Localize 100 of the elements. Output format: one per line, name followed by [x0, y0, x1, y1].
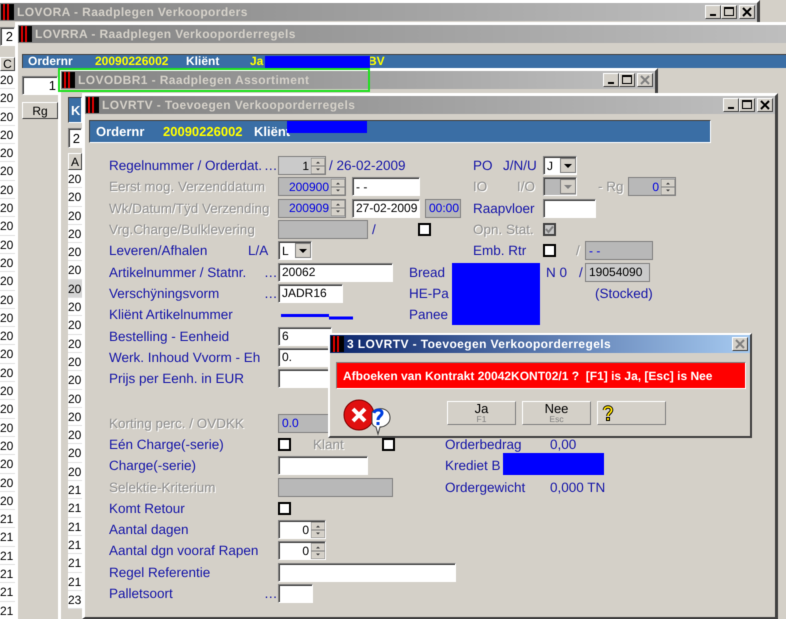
minimize-button[interactable]: [723, 98, 739, 112]
up-down-arrows-icon: [311, 522, 325, 538]
minimize-icon: [728, 107, 734, 109]
maximize-button[interactable]: [619, 73, 635, 87]
form-label: Bestelling - Eenheid: [109, 328, 230, 344]
header-value: 20090226002: [95, 55, 168, 67]
column-header[interactable]: Rg: [22, 102, 58, 119]
input-field[interactable]: 19054090: [585, 262, 650, 282]
window-title: 3 LOVRTV - Toevoegen Verkooporderregels: [347, 337, 612, 351]
window-title: LOVRTV - Toevoegen Verkooporderregels: [102, 98, 356, 112]
input-field[interactable]: 20062: [278, 262, 393, 282]
form-label: /: [372, 222, 376, 238]
answer-button[interactable]: Nee Esc: [522, 401, 591, 425]
form-label: …: [264, 586, 278, 602]
header-value: 20090226002: [163, 124, 243, 139]
form-label: Bread: [409, 264, 446, 280]
input-field[interactable]: [278, 456, 368, 476]
window-title: LOVODBR1 - Raadplegen Assortiment: [78, 73, 310, 87]
answer-button[interactable]: Ja F1: [447, 401, 516, 425]
window-title: LOVRRA - Raadplegen Verkooporderregels: [35, 27, 296, 41]
form-label: Klant: [313, 437, 344, 452]
form-label: /: [576, 243, 580, 258]
form-label: Vrg.Charge/Bulklevering: [109, 222, 255, 238]
form-label: N 0: [546, 264, 568, 280]
close-button[interactable]: [757, 98, 773, 112]
input-field[interactable]: - -: [352, 177, 420, 196]
column-header[interactable]: A: [68, 153, 82, 170]
dropdown[interactable]: L: [278, 241, 312, 260]
check-icon: [545, 225, 554, 234]
spin-field[interactable]: 0: [278, 541, 326, 560]
checkbox[interactable]: [278, 438, 291, 451]
checkbox[interactable]: [418, 223, 431, 236]
question-icon: [602, 405, 614, 421]
form-label: Aantal dagen: [109, 522, 189, 538]
maximize-button[interactable]: [739, 98, 755, 112]
form-label: / 26-02-2009: [329, 158, 406, 174]
form-label: Artikelnummer / Statnr.: [109, 264, 246, 280]
form-label: Aantal dgn vooraf Rapen: [109, 543, 258, 558]
form-label: Opn. Stat.: [473, 222, 534, 238]
input-field[interactable]: 2: [68, 128, 82, 148]
list-row[interactable]: 20: [68, 280, 82, 298]
window-title: LOVORA - Raadplegen Verkooporders: [17, 5, 248, 19]
input-field[interactable]: 27-02-2009: [352, 198, 420, 218]
header-label: Ordernr: [96, 124, 144, 139]
form-label: Kliënt Artikelnummer: [109, 307, 233, 322]
form-label: …: [264, 264, 278, 280]
form-label: Charge(-serie): [109, 458, 196, 474]
form-label: Selektie-Kriterium: [109, 480, 216, 495]
maximize-icon: [742, 100, 752, 110]
form-label: Regelnummer / Orderdat.: [109, 158, 262, 174]
form-label: Wk/Datum/Tÿd Verzending: [109, 200, 270, 216]
checkbox[interactable]: [543, 244, 556, 258]
header-value: Ja: [250, 55, 264, 67]
form-label: …: [264, 286, 278, 301]
checkbox[interactable]: [278, 502, 291, 515]
form-label: Palletsoort: [109, 586, 173, 602]
app-icon: [19, 26, 32, 42]
form-label: (Stocked): [595, 286, 653, 301]
header-label: K: [71, 102, 80, 118]
form-label: Eerst mog. Verzenddatum: [109, 179, 266, 194]
app-icon: [1, 4, 14, 20]
app-icon: [86, 97, 99, 113]
checkbox[interactable]: [382, 438, 395, 451]
form-label: L/A: [248, 243, 268, 258]
spin-field[interactable]: 0: [278, 520, 326, 540]
input-field[interactable]: 2: [0, 27, 15, 46]
input-field[interactable]: JADR16: [278, 284, 343, 303]
maximize-icon: [622, 75, 632, 85]
form-label: PO: [473, 158, 493, 174]
close-icon: [760, 100, 770, 110]
spin-field[interactable]: 1: [278, 156, 326, 176]
up-down-arrows-icon: [331, 200, 345, 216]
form-label: HE-Pa: [409, 286, 449, 301]
header-label: Kliënt: [186, 55, 220, 67]
form-label: /: [579, 264, 583, 280]
form-label: Regel Referentie: [109, 564, 210, 580]
input-field[interactable]: 1: [22, 76, 58, 95]
column-header[interactable]: C: [0, 57, 15, 71]
dropdown[interactable]: J: [543, 156, 577, 176]
input-field[interactable]: 6: [278, 326, 332, 346]
minimize-button[interactable]: [603, 73, 619, 87]
up-down-arrows-icon: [311, 542, 325, 559]
app-icon: [62, 72, 75, 88]
help-button[interactable]: [597, 401, 666, 425]
form-label: Orderbedrag: [445, 437, 522, 452]
maximize-icon: [724, 7, 734, 17]
minimize-button[interactable]: [705, 5, 721, 19]
input-field[interactable]: [543, 198, 596, 218]
maximize-button[interactable]: [721, 5, 737, 19]
form-label: Eén Charge(-serie): [109, 437, 224, 452]
close-button[interactable]: [739, 5, 755, 19]
form-label: Raapvloer: [473, 200, 535, 216]
input-field[interactable]: [278, 562, 456, 582]
form-label: Werk. Inhoud Vvorm - Eh: [109, 350, 260, 365]
form-label: Ordergewicht: [445, 480, 526, 495]
form-label: Leveren/Afhalen: [109, 243, 208, 258]
header-label: Ordernr: [28, 55, 73, 67]
input-field[interactable]: [278, 584, 313, 604]
form-label: Verschÿningsvorm: [109, 286, 220, 301]
form-label: 0,00: [550, 437, 576, 452]
